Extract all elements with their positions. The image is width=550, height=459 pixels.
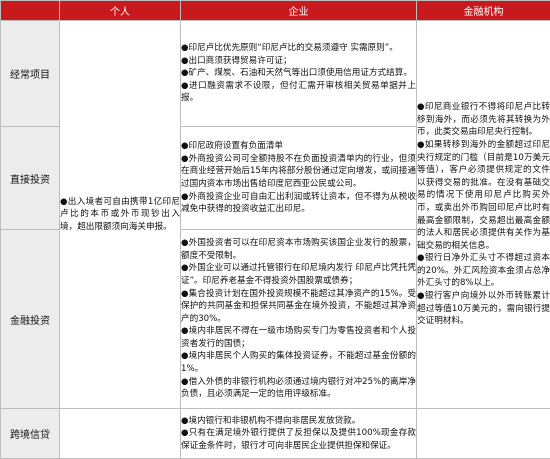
individual-paragraph: ●出入境者可自由携带1亿印尼卢比的本币或外币现钞出入境，超出限额须向海关申报。 xyxy=(60,196,180,234)
header-individual: 个人 xyxy=(60,1,181,21)
enterprise-paragraph: ●出口商须获得贸易许可证； xyxy=(181,55,416,68)
enterprise-paragraph: ●进口融资需求不设限，但付汇需开审核相关贸易单据并上报。 xyxy=(181,80,416,105)
enterprise-paragraph: ●境内非居民个人购买的集体投资证券，不能超过基金份额的1%。 xyxy=(181,350,416,375)
financial-paragraph: ●如果转移到海外的金额超过印尼央行规定的门槛（目前是10万美元等值），客户必须提… xyxy=(417,139,550,252)
row-label-current-account: 经常项目 xyxy=(1,21,60,127)
fx-control-table: 个人 企业 金融机构 经常项目 ●出入境者可自由携带1亿印尼卢比的本币或外币现钞… xyxy=(0,0,550,459)
financial-paragraph: ●印尼商业银行不得将印尼卢比转移到海外，而必须先将其转换为外币，此类交易由印尼央… xyxy=(417,101,550,139)
enterprise-cell-direct-investment: ●印尼政府设置有负面清单 ●外商投资公司可全额持股不在负面投资清单内的行业，但须… xyxy=(181,127,417,230)
row-label-financial-investment: 金融投资 xyxy=(1,230,60,409)
table-row: 经常项目 ●出入境者可自由携带1亿印尼卢比的本币或外币现钞出入境，超出限额须向海… xyxy=(1,21,550,127)
header-corner xyxy=(1,1,60,21)
enterprise-paragraph: ●外国投资者可以在印尼资本市场购买该国企业发行的股票，额度不受限制。 xyxy=(181,237,416,262)
individual-cell: ●出入境者可自由携带1亿印尼卢比的本币或外币现钞出入境，超出限额须向海关申报。 xyxy=(60,21,181,409)
financial-cell-empty xyxy=(417,409,550,459)
enterprise-cell-financial-investment: ●外国投资者可以在印尼资本市场购买该国企业发行的股票，额度不受限制。 ●外国企业… xyxy=(181,230,417,409)
financial-paragraph: ●银行日净外汇头寸不得超过资本的20%。外汇风险资本金须占总净外汇头寸的8%以上… xyxy=(417,252,550,290)
enterprise-paragraph: ●境内银行和非银机构不得向非居民发放贷款。 xyxy=(181,415,416,428)
enterprise-paragraph: ●外商投资公司可全额持股不在负面投资清单内的行业，但须在商业经营开始后15年内将… xyxy=(181,153,416,191)
financial-cell: ●印尼商业银行不得将印尼卢比转移到海外，而必须先将其转换为外币，此类交易由印尼央… xyxy=(417,21,550,409)
enterprise-paragraph: ●印尼政府设置有负面清单 xyxy=(181,140,416,153)
enterprise-paragraph: ●外国企业可以通过托管银行在印尼境内发行 印尼卢比凭托凭证”。印尼养老基金不得投… xyxy=(181,262,416,287)
table-row: 跨境信贷 ●境内银行和非银机构不得向非居民发放贷款。 ●只有在满足境外银行提供了… xyxy=(1,409,550,459)
enterprise-paragraph: ●只有在满足境外银行提供了反担保以及提供100%现金存款保证金条件时，银行才可向… xyxy=(181,427,416,452)
enterprise-cell-cross-border-credit: ●境内银行和非银机构不得向非居民发放贷款。 ●只有在满足境外银行提供了反担保以及… xyxy=(181,409,417,459)
header-row: 个人 企业 金融机构 xyxy=(1,1,550,21)
enterprise-paragraph: ●境内非居民不得在一级市场购买专门为零售投资者和个人投资者发行的国债； xyxy=(181,325,416,350)
enterprise-paragraph: ●矿产、煤炭、石油和天然气等出口须使用信用证方式结算。 xyxy=(181,67,416,80)
enterprise-paragraph: ●外商投资企业可自由汇出利润或转让资本，但不得为从税收减免中获得的投资收益汇出印… xyxy=(181,191,416,216)
individual-cell-empty xyxy=(60,409,181,459)
enterprise-paragraph: ●借入外债的非银行机构必须通过境内银行对冲25%的离岸净负债，且必须满足一定的信… xyxy=(181,376,416,401)
row-label-direct-investment: 直接投资 xyxy=(1,127,60,230)
financial-paragraph: ●银行客户向境外以外币转账累计超过等值10万美元的，需向银行提交证明材料。 xyxy=(417,290,550,328)
row-label-cross-border-credit: 跨境信贷 xyxy=(1,409,60,459)
header-financial-institution: 金融机构 xyxy=(417,1,550,21)
enterprise-cell-current-account: ●印尼卢比优先原则“印尼卢比的交易须遵守 实需原则”。 ●出口商须获得贸易许可证… xyxy=(181,21,417,127)
enterprise-paragraph: ●印尼卢比优先原则“印尼卢比的交易须遵守 实需原则”。 xyxy=(181,42,416,55)
header-enterprise: 企业 xyxy=(181,1,417,21)
enterprise-paragraph: ●集合投资计划在国外投资规模不能超过其净资产的15%。受保护的共同基金和担保共同… xyxy=(181,288,416,326)
